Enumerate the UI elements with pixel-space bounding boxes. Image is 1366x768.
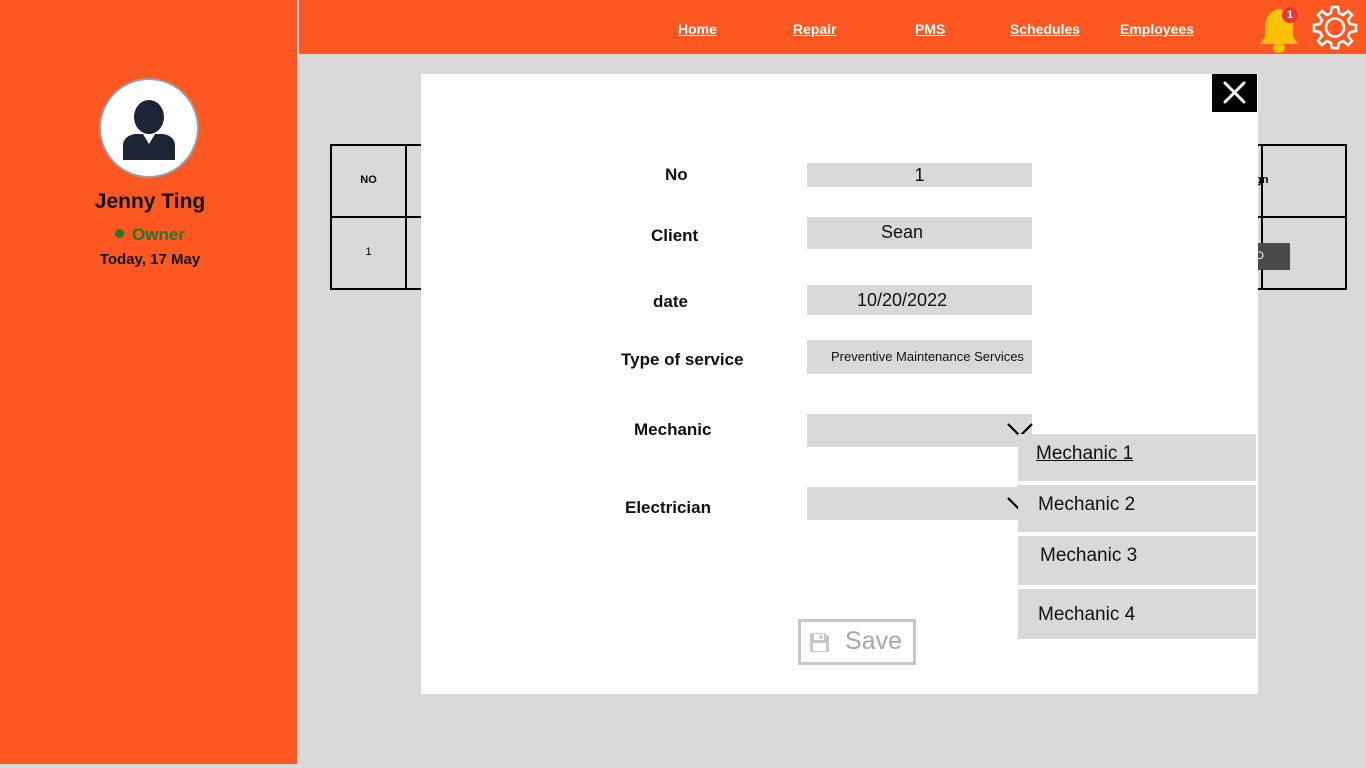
current-date: Today, 17 May: [99, 251, 201, 268]
notification-badge: 1: [1282, 7, 1298, 23]
floppy-disk-icon: [810, 633, 829, 652]
client-label: Client: [651, 226, 699, 245]
mechanic-select[interactable]: [807, 414, 1032, 447]
service-type-field[interactable]: Preventive Maintenance Services: [807, 340, 1032, 374]
user-avatar-icon: [99, 78, 199, 178]
electrician-label: Electrician: [625, 498, 711, 517]
save-button[interactable]: Save: [798, 619, 916, 665]
gear-icon[interactable]: [1312, 4, 1358, 50]
mechanic-option-3[interactable]: Mechanic 3: [1018, 536, 1256, 585]
online-status-dot: [115, 229, 125, 239]
user-role-label: Owner: [132, 225, 185, 244]
service-type-label: Type of service: [621, 350, 744, 369]
nav-repair-link[interactable]: Repair: [793, 21, 837, 37]
no-field[interactable]: 1: [807, 163, 1032, 187]
user-role: Owner: [0, 225, 300, 245]
table-divider: [405, 146, 407, 288]
nav-schedules-link[interactable]: Schedules: [1010, 21, 1080, 37]
nav-home-link[interactable]: Home: [678, 21, 717, 37]
nav-employees-link[interactable]: Employees: [1120, 21, 1194, 37]
save-button-label: Save: [845, 627, 902, 655]
close-icon[interactable]: [1212, 74, 1257, 112]
mechanic-label: Mechanic: [634, 420, 712, 439]
table-cell-no: 1: [365, 246, 372, 258]
mechanic-option-2[interactable]: Mechanic 2: [1018, 485, 1256, 532]
table-header-no: NO: [360, 174, 377, 186]
date-field[interactable]: 10/20/2022: [807, 285, 1032, 315]
mechanic-option-1[interactable]: Mechanic 1: [1018, 434, 1256, 481]
mechanic-option-4[interactable]: Mechanic 4: [1018, 589, 1256, 639]
user-name: Jenny Ting: [94, 190, 206, 213]
client-field[interactable]: Sean: [807, 217, 1032, 249]
date-label: date: [653, 292, 688, 311]
nav-pms-link[interactable]: PMS: [915, 21, 945, 37]
electrician-select[interactable]: [807, 487, 1032, 520]
no-label: No: [665, 165, 688, 184]
